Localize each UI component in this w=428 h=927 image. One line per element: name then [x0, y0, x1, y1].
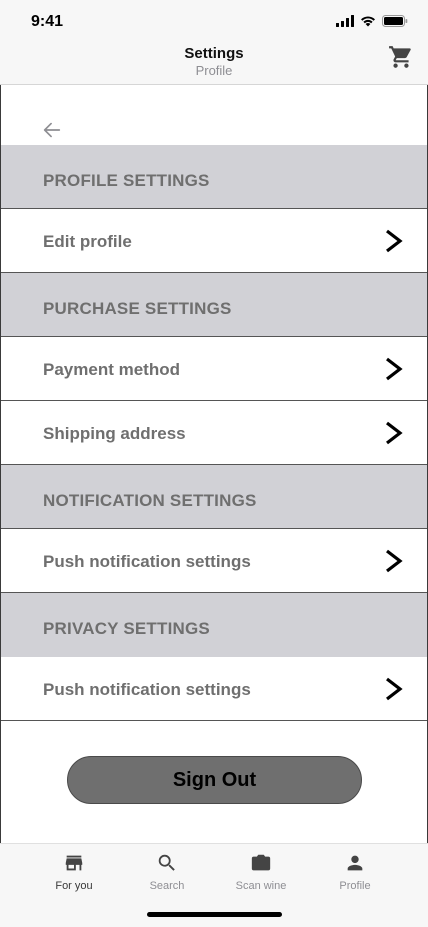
row-label: Push notification settings	[43, 552, 251, 571]
store-icon	[65, 855, 83, 871]
chevron-right-icon	[386, 549, 403, 573]
chevron-right-icon	[386, 677, 403, 701]
row-label: Edit profile	[43, 232, 132, 251]
sign-out-button[interactable]: Sign Out	[67, 756, 362, 804]
status-bar: 9:41	[0, 0, 428, 44]
tab-search[interactable]: Search	[127, 852, 207, 892]
tab-profile[interactable]: Profile	[315, 852, 395, 892]
tab-label: Search	[149, 880, 185, 892]
settings-row-privacy-push-notifications[interactable]: Push notification settings	[1, 657, 427, 721]
home-indicator	[147, 912, 282, 917]
chevron-right-icon	[386, 229, 403, 253]
cart-icon[interactable]	[388, 44, 414, 70]
battery-icon	[382, 15, 408, 27]
tab-label: Scan wine	[235, 880, 287, 892]
search-icon	[158, 854, 175, 871]
section-title: NOTIFICATION SETTINGS	[43, 491, 257, 510]
settings-row-edit-profile[interactable]: Edit profile	[1, 209, 427, 273]
tab-scan-wine[interactable]: Scan wine	[221, 852, 301, 892]
tab-for-you[interactable]: For you	[34, 852, 114, 892]
row-label: Payment method	[43, 360, 180, 379]
section-header-privacy: PRIVACY SETTINGS	[1, 593, 427, 657]
cellular-signal-icon	[336, 15, 354, 27]
row-label: Shipping address	[43, 424, 186, 443]
navigation-header: Settings Profile	[0, 44, 428, 85]
status-icons	[336, 15, 408, 27]
settings-content: PROFILE SETTINGS Edit profile PURCHASE S…	[0, 85, 428, 843]
section-header-notification: NOTIFICATION SETTINGS	[1, 465, 427, 529]
settings-row-shipping-address[interactable]: Shipping address	[1, 401, 427, 465]
person-icon	[347, 855, 363, 871]
page-subtitle: Profile	[195, 63, 233, 78]
chevron-right-icon	[386, 421, 403, 445]
section-title: PROFILE SETTINGS	[43, 171, 210, 190]
section-header-profile: PROFILE SETTINGS	[1, 145, 427, 209]
settings-row-push-notifications[interactable]: Push notification settings	[1, 529, 427, 593]
status-time: 9:41	[31, 13, 64, 30]
section-title: PRIVACY SETTINGS	[43, 619, 210, 638]
tab-label: For you	[55, 880, 93, 892]
wifi-icon	[361, 16, 375, 27]
camera-icon	[251, 854, 271, 871]
tab-label: Profile	[339, 880, 371, 892]
section-header-purchase: PURCHASE SETTINGS	[1, 273, 427, 337]
settings-row-payment-method[interactable]: Payment method	[1, 337, 427, 401]
row-label: Push notification settings	[43, 680, 251, 699]
chevron-right-icon	[386, 357, 403, 381]
page-title: Settings	[184, 45, 244, 62]
section-title: PURCHASE SETTINGS	[43, 299, 232, 318]
back-arrow-icon[interactable]	[41, 119, 63, 141]
